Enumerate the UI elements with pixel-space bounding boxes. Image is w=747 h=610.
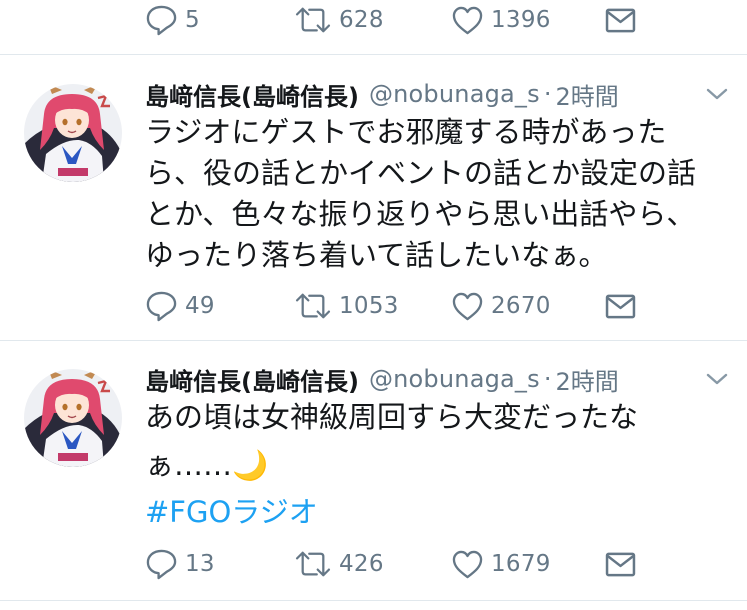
dm-icon [605, 552, 636, 577]
tweet-divider [0, 54, 747, 55]
tweet-text-line: ゆったり落ち着いて話したいなぁ。 [145, 238, 608, 272]
timestamp[interactable]: 2時間 [555, 362, 618, 397]
retweet-button[interactable]: 1053 [294, 286, 399, 326]
hashtag-link[interactable]: #FGOラジオ [145, 492, 730, 533]
reply-count: 5 [185, 7, 200, 33]
retweet-icon [294, 291, 332, 321]
tweet-actions: 49 1053 2670 [0, 286, 747, 326]
dm-icon [605, 8, 636, 33]
chevron-down-icon[interactable] [705, 86, 729, 102]
tweet-card[interactable]: 島﨑信長(島崎信長) @nobunaga_s · 2時間 ラジオにゲストでお邪魔… [0, 74, 747, 334]
reply-count: 13 [185, 551, 215, 577]
tweet-text-fragment: ぁ…… [145, 448, 233, 482]
tweet-text: あの頃は女神級周回すら大変だったな ぁ……🌙 #FGOラジオ [145, 397, 730, 533]
like-button[interactable]: 1396 [451, 0, 551, 40]
retweet-count: 426 [339, 551, 384, 577]
avatar[interactable] [24, 84, 122, 182]
tweet-text-line: とか、色々な振り返りやら思い出話やら、 [145, 197, 696, 231]
reply-button[interactable]: 5 [145, 0, 200, 40]
retweet-icon [294, 5, 332, 35]
tweet-text-line: ら、役の話とかイベントの話とか設定の話 [145, 156, 697, 190]
reply-button[interactable]: 13 [145, 544, 215, 584]
tweet-actions: 13 426 1679 [0, 544, 747, 584]
reply-icon [145, 4, 178, 37]
display-name[interactable]: 島﨑信長(島崎信長) [145, 362, 359, 397]
separator: · [543, 365, 552, 393]
dm-icon [605, 294, 636, 319]
retweet-icon [294, 549, 332, 579]
like-icon [451, 291, 484, 322]
like-count: 1679 [491, 551, 551, 577]
avatar-image [24, 369, 122, 467]
like-button[interactable]: 1679 [451, 544, 551, 584]
user-handle[interactable]: @nobunaga_s [369, 80, 540, 108]
dm-button[interactable] [605, 0, 636, 40]
reply-icon [145, 290, 178, 323]
chevron-down-icon[interactable] [705, 371, 729, 387]
dm-button[interactable] [605, 286, 636, 326]
tweet-header: 島﨑信長(島崎信長) @nobunaga_s · 2時間 [145, 74, 619, 114]
like-button[interactable]: 2670 [451, 286, 551, 326]
tweet-divider [0, 600, 747, 601]
reply-icon [145, 548, 178, 581]
tweet-divider [0, 340, 747, 341]
reply-count: 49 [185, 293, 215, 319]
like-icon [451, 5, 484, 36]
like-count: 2670 [491, 293, 551, 319]
like-count: 1396 [491, 7, 551, 33]
separator: · [543, 80, 552, 108]
tweet-text: ラジオにゲストでお邪魔する時があった ら、役の話とかイベントの話とか設定の話 と… [145, 112, 730, 276]
retweet-button[interactable]: 426 [294, 544, 384, 584]
tweet-card[interactable]: 島﨑信長(島崎信長) @nobunaga_s · 2時間 あの頃は女神級周回すら… [0, 359, 747, 599]
tweet-text-line: あの頃は女神級周回すら大変だったな [145, 400, 639, 434]
avatar[interactable] [24, 369, 122, 467]
dm-button[interactable] [605, 544, 636, 584]
reply-button[interactable]: 49 [145, 286, 215, 326]
moon-emoji: 🌙 [232, 448, 269, 482]
timestamp[interactable]: 2時間 [555, 77, 618, 112]
tweet-text-line: ラジオにゲストでお邪魔する時があった [145, 115, 667, 149]
tweet-text-line: ぁ……🌙 [145, 445, 730, 486]
tweet-header: 島﨑信長(島崎信長) @nobunaga_s · 2時間 [145, 359, 619, 399]
retweet-count: 628 [339, 7, 384, 33]
avatar-image [24, 84, 122, 182]
like-icon [451, 549, 484, 580]
retweet-count: 1053 [339, 293, 399, 319]
user-handle[interactable]: @nobunaga_s [369, 365, 540, 393]
tweet-actions-top: 5 628 1396 [0, 0, 747, 40]
display-name[interactable]: 島﨑信長(島崎信長) [145, 77, 359, 112]
retweet-button[interactable]: 628 [294, 0, 384, 40]
